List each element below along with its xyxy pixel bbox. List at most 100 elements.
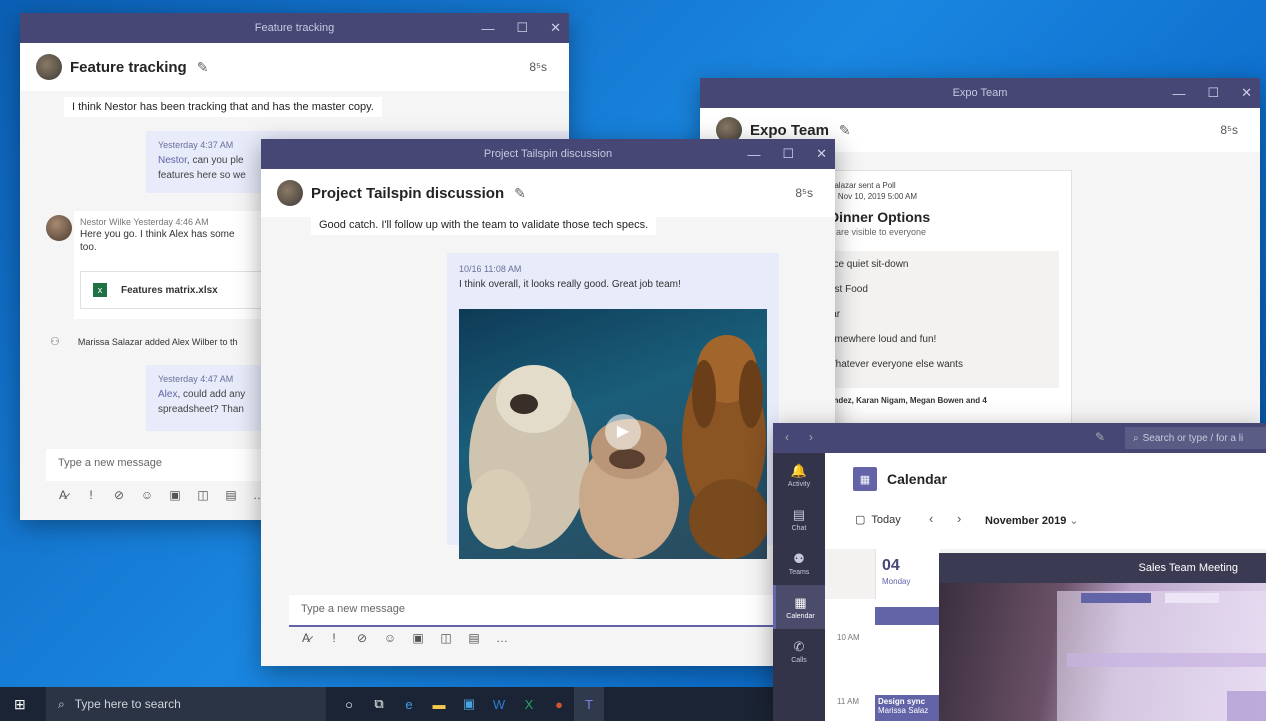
dogs-gif[interactable]: ▶ [459, 309, 767, 559]
calendar-window[interactable]: ‹ › ✎ ⌕ Search or type / for a li 🔔 Activ… [773, 423, 1266, 721]
message-text: Good catch. I'll follow up with the team… [319, 219, 649, 231]
participants-count[interactable]: 8⁵s [795, 186, 813, 200]
poll-meta: n, Nov 10, 2019 5:00 AM [829, 192, 918, 201]
teams-icon[interactable]: T [574, 687, 604, 721]
search-icon: ⌕ [1133, 432, 1139, 444]
chat-title: Project Tailspin discussion [311, 184, 505, 202]
powerpoint-icon[interactable]: ● [544, 687, 574, 721]
format-icon[interactable]: A̷ [56, 488, 70, 502]
store-icon[interactable]: ▣ [454, 687, 484, 721]
poll-meta: Salazar sent a Poll [829, 181, 896, 190]
important-icon[interactable]: ! [327, 631, 341, 645]
emoji-icon[interactable]: ☺ [383, 631, 397, 645]
file-explorer-icon[interactable]: ▬ [424, 687, 454, 721]
rail-teams[interactable]: ⚉ Teams [773, 541, 825, 585]
minimize-icon[interactable]: — [747, 147, 760, 162]
edit-pencil-icon[interactable]: ✎ [514, 185, 526, 202]
forward-icon[interactable]: › [809, 430, 813, 444]
search-input[interactable]: ⌕ Search or type / for a li [1125, 427, 1266, 449]
poll-option[interactable]: Vhatever everyone else wants [829, 359, 1059, 384]
chat-title: Feature tracking [70, 58, 187, 76]
emoji-icon[interactable]: ☺ [140, 488, 154, 502]
message-text: , could add any [177, 388, 246, 400]
day-column-header: 04 Monday [875, 549, 940, 599]
sticker-icon[interactable]: ◫ [196, 488, 210, 502]
rail-activity[interactable]: 🔔 Activity [773, 453, 825, 497]
maximize-icon[interactable]: ☐ [1207, 85, 1219, 101]
format-icon[interactable]: A̷ [299, 631, 313, 645]
participants-count[interactable]: 8⁵s [1220, 123, 1238, 137]
chat-title: Expo Team [750, 121, 829, 139]
participants-count[interactable]: 8⁵s [529, 60, 547, 74]
today-button[interactable]: ▢ Today [855, 513, 901, 527]
attach-icon[interactable]: ⊘ [355, 631, 369, 645]
poll-option[interactable]: lice quiet sit-down [829, 259, 1059, 284]
edit-pencil-icon[interactable]: ✎ [197, 59, 209, 76]
message-text: , can you ple [186, 154, 244, 166]
maximize-icon[interactable]: ☐ [516, 20, 528, 36]
maximize-icon[interactable]: ☐ [782, 146, 794, 162]
message-text: I think overall, it looks really good. G… [459, 278, 681, 290]
excel-icon[interactable]: X [514, 687, 544, 721]
close-icon[interactable]: ✕ [816, 146, 827, 162]
compose-icon[interactable]: ✎ [1095, 430, 1105, 444]
close-icon[interactable]: ✕ [1241, 85, 1252, 101]
attach-icon[interactable]: ⊘ [112, 488, 126, 502]
meeting-window[interactable]: Sales Team Meeting [939, 553, 1266, 721]
system-text: Marissa Salazar added Alex Wilber to th [77, 336, 238, 347]
window-title: Expo Team [952, 87, 1008, 99]
taskbar-apps: ○ ⧉ e ▬ ▣ W X ● T [334, 687, 604, 721]
compose-toolbar: A̷! ⊘ ☺ ▣ ◫ ▤ … [299, 631, 509, 645]
sticker-icon[interactable]: ◫ [439, 631, 453, 645]
poll-card: Salazar sent a Poll n, Nov 10, 2019 5:00… [810, 170, 1072, 428]
play-icon[interactable]: ▶ [605, 414, 641, 450]
phone-icon: ✆ [793, 638, 805, 654]
message-text: I think Nestor has been tracking that an… [72, 101, 374, 113]
more-icon[interactable]: … [495, 631, 509, 645]
cortana-icon[interactable]: ○ [334, 687, 364, 721]
taskbar-search[interactable]: ⌕ Type here to search [46, 687, 326, 721]
page-title: Calendar [887, 471, 947, 487]
prev-icon[interactable]: ‹ [929, 511, 933, 526]
meet-icon[interactable]: ▤ [467, 631, 481, 645]
rail-calendar[interactable]: ▦ Calendar [773, 585, 825, 629]
calendar-header: ▦ Calendar ▢ Today ‹ › November 2019 ⌄ [825, 453, 1266, 549]
minimize-icon[interactable]: — [481, 21, 494, 36]
today-icon: ▢ [855, 514, 866, 526]
poll-option[interactable]: omewhere loud and fun! [829, 334, 1059, 359]
important-icon[interactable]: ! [84, 488, 98, 502]
rail-chat[interactable]: ▤ Chat [773, 497, 825, 541]
project-tailspin-window[interactable]: Project Tailspin discussion — ☐ ✕ Project … [261, 139, 835, 666]
time-label: 10 AM [837, 633, 860, 642]
rail-label: Activity [787, 480, 811, 488]
mention[interactable]: Alex [158, 389, 177, 400]
word-icon[interactable]: W [484, 687, 514, 721]
task-view-icon[interactable]: ⧉ [364, 687, 394, 721]
rail-calls[interactable]: ✆ Calls [773, 629, 825, 673]
next-icon[interactable]: › [957, 511, 961, 526]
title-bar: Feature tracking — ☐ ✕ [20, 13, 569, 43]
poll-option[interactable]: lar [829, 309, 1059, 334]
mention[interactable]: Nestor [158, 155, 187, 166]
my-message-bubble: 10/16 11:08 AM I think overall, it looks… [447, 253, 779, 559]
back-icon[interactable]: ‹ [785, 430, 789, 444]
meeting-video [939, 583, 1266, 721]
shared-screen-row [1067, 653, 1266, 667]
minimize-icon[interactable]: — [1172, 86, 1185, 101]
calendar-topbar: ‹ › ✎ ⌕ Search or type / for a li [773, 423, 1266, 453]
calendar-icon: ▦ [794, 594, 807, 610]
poll-option[interactable]: ast Food [829, 284, 1059, 309]
gif-icon[interactable]: ▣ [411, 631, 425, 645]
gif-icon[interactable]: ▣ [168, 488, 182, 502]
calendar-event[interactable]: Design sync Marissa Salaz [875, 695, 939, 721]
edge-icon[interactable]: e [394, 687, 424, 721]
title-bar: Project Tailspin discussion — ☐ ✕ [261, 139, 835, 169]
meet-icon[interactable]: ▤ [224, 488, 238, 502]
system-message: ⚇ Marissa Salazar added Alex Wilber to t… [50, 335, 237, 348]
close-icon[interactable]: ✕ [550, 20, 561, 36]
composer-placeholder: Type a new message [58, 457, 162, 469]
edit-pencil-icon[interactable]: ✎ [839, 122, 851, 139]
month-picker[interactable]: November 2019 ⌄ [985, 514, 1079, 527]
message-composer[interactable]: Type a new message [289, 595, 815, 627]
start-icon[interactable]: ⊞ [14, 696, 26, 713]
